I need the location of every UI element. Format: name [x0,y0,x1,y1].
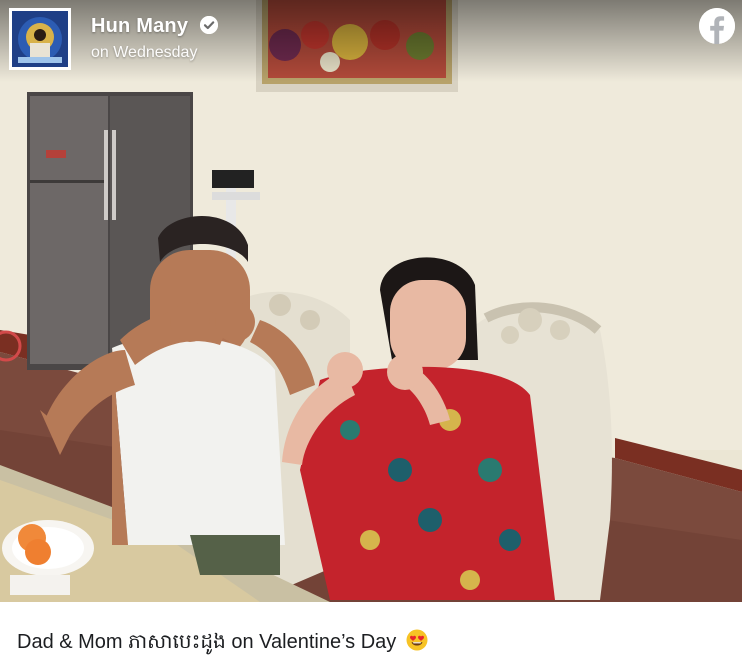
verified-check-icon [200,16,218,34]
post-photo[interactable]: Hun Many on Wednesday [0,0,742,602]
post-caption: Dad & Mom ភាសាបេះដូង on Valentine’s Day [17,628,428,658]
post-timestamp[interactable]: on Wednesday [91,44,197,62]
heart-eyes-emoji-icon [406,629,428,651]
caption-text: Dad & Mom ភាសាបេះដូង on Valentine’s Day [17,631,397,653]
author-name[interactable]: Hun Many [91,15,188,38]
facebook-logo-icon[interactable] [699,8,735,44]
header-overlay [0,0,742,82]
facebook-post-embed: Hun Many on Wednesday Dad & Mom ភាសាបេះដ… [0,0,742,666]
photo-illustration [0,0,742,602]
author-avatar[interactable] [9,8,71,70]
avatar-image [12,11,68,67]
